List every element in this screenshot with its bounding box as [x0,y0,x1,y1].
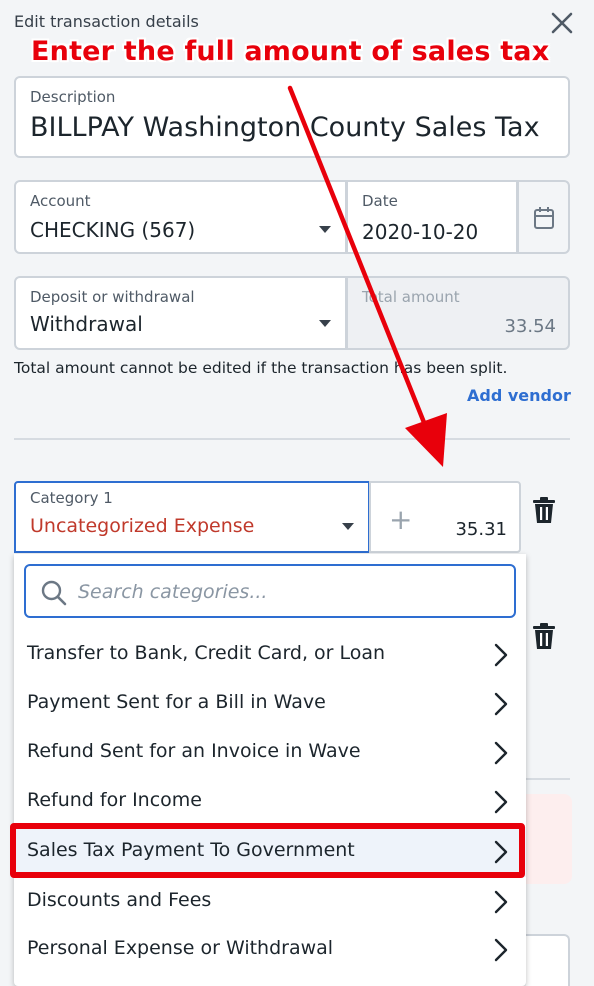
type-label: Deposit or withdrawal [30,288,195,306]
split-note: Total amount cannot be edited if the tra… [14,359,508,377]
search-icon [41,580,67,606]
section-divider [14,438,570,440]
chevron-right-icon [494,890,508,914]
dropdown-item-refund-sent[interactable]: Refund Sent for an Invoice in Wave [14,728,526,778]
chevron-right-icon [494,741,508,765]
dropdown-item-personal-expense[interactable]: Personal Expense or Withdrawal [14,925,526,975]
trash-icon[interactable] [530,622,558,652]
dropdown-item-label: Transfer to Bank, Credit Card, or Loan [27,642,386,664]
dropdown-item-label: Refund for Income [27,789,202,811]
calendar-icon [534,207,554,229]
dropdown-item-discounts-fees[interactable]: Discounts and Fees [14,877,526,927]
category-select[interactable]: Category 1 Uncategorized Expense [14,481,370,553]
add-vendor-link[interactable]: Add vendor [467,386,571,405]
description-value: BILLPAY Washington County Sales Tax [30,112,540,143]
deposit-withdrawal-select[interactable]: Deposit or withdrawal Withdrawal [14,276,347,350]
close-icon[interactable] [549,10,575,36]
category-search[interactable] [24,564,516,618]
account-label: Account [30,192,91,210]
annotation-callout: Enter the full amount of sales tax [31,36,550,67]
dropdown-item-label: Payment Sent for a Bill in Wave [27,691,326,713]
type-value: Withdrawal [30,312,143,336]
dropdown-item-label: Personal Expense or Withdrawal [27,937,334,959]
total-label: Total amount [362,288,460,306]
chevron-right-icon [494,938,508,962]
dropdown-item-label: Discounts and Fees [27,889,212,911]
category-value: Uncategorized Expense [30,515,255,537]
plus-icon[interactable]: + [389,503,412,536]
category-dropdown: Transfer to Bank, Credit Card, or Loan P… [14,554,526,986]
description-field[interactable]: Description BILLPAY Washington County Sa… [14,76,570,158]
field-edge [526,934,570,986]
date-picker-button[interactable] [517,180,570,254]
chevron-down-icon [342,523,354,530]
total-amount-field: Total amount 33.54 [346,276,570,350]
total-value: 33.54 [504,316,556,337]
dropdown-item-label: Refund Sent for an Invoice in Wave [27,740,361,762]
account-select[interactable]: Account CHECKING (567) [14,180,347,254]
category-label: Category 1 [30,489,113,507]
date-value: 2020-10-20 [362,220,479,244]
panel-title: Edit transaction details [14,12,199,31]
annotation-highlight-box [10,823,525,878]
chevron-down-icon [319,226,331,233]
category-amount-value: 35.31 [455,519,507,540]
chevron-right-icon [494,790,508,814]
chevron-down-icon [319,320,331,327]
trash-icon[interactable] [530,496,558,526]
dropdown-item-transfer[interactable]: Transfer to Bank, Credit Card, or Loan [14,630,526,680]
date-field[interactable]: Date 2020-10-20 [346,180,518,254]
error-banner-edge [526,794,572,884]
description-label: Description [30,88,116,106]
date-label: Date [362,192,398,210]
account-value: CHECKING (567) [30,218,196,242]
dropdown-item-payment-sent[interactable]: Payment Sent for a Bill in Wave [14,679,526,729]
chevron-right-icon [494,692,508,716]
chevron-right-icon [494,643,508,667]
search-input[interactable] [78,580,498,604]
category-amount-field[interactable]: + 35.31 [369,481,521,553]
dropdown-item-refund-income[interactable]: Refund for Income [14,777,526,827]
section-divider [526,778,570,780]
